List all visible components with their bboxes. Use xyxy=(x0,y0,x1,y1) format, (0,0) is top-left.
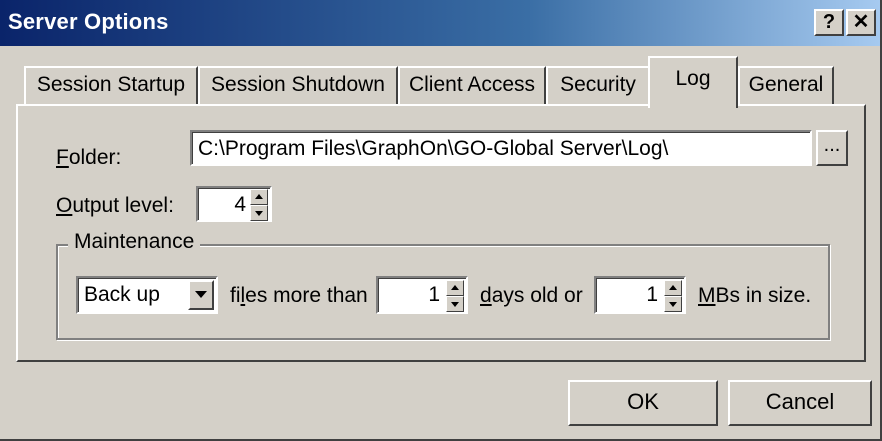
folder-input[interactable]: C:\Program Files\GraphOn\GO-Global Serve… xyxy=(190,130,812,166)
log-tab-panel: Folder: C:\Program Files\GraphOn\GO-Glob… xyxy=(16,104,866,362)
spin-up-icon[interactable] xyxy=(446,280,464,296)
tab-security[interactable]: Security xyxy=(546,66,650,104)
folder-value: C:\Program Files\GraphOn\GO-Global Serve… xyxy=(198,137,669,160)
days-input[interactable]: 1 xyxy=(376,276,468,314)
maintenance-action-select[interactable]: Back up xyxy=(76,276,218,314)
tab-session-startup[interactable]: Session Startup xyxy=(24,66,198,104)
tab-client-access[interactable]: Client Access xyxy=(398,66,546,104)
spin-down-icon[interactable] xyxy=(664,296,682,312)
output-level-label: Output level: xyxy=(56,194,174,217)
tab-strip: Session Startup Session Shutdown Client … xyxy=(0,56,882,108)
mb-input[interactable]: 1 xyxy=(594,276,686,314)
spin-up-icon[interactable] xyxy=(250,189,268,205)
tab-session-shutdown[interactable]: Session Shutdown xyxy=(198,66,398,104)
chevron-down-icon[interactable] xyxy=(188,280,214,310)
ok-button[interactable]: OK xyxy=(568,380,718,426)
mb-value: 1 xyxy=(646,283,658,306)
tab-log[interactable]: Log xyxy=(648,56,738,108)
cancel-button[interactable]: Cancel xyxy=(728,380,872,426)
output-level-input[interactable]: 4 xyxy=(196,186,272,222)
output-level-spinner[interactable] xyxy=(250,189,268,221)
spin-up-icon[interactable] xyxy=(664,280,682,296)
maintenance-action-value: Back up xyxy=(84,283,160,306)
spin-down-icon[interactable] xyxy=(446,296,464,312)
help-button[interactable]: ? xyxy=(814,9,844,36)
window-title: Server Options xyxy=(8,9,169,34)
browse-button[interactable]: ... xyxy=(816,130,848,166)
mbs-in-size-label: MBs in size. xyxy=(698,284,812,307)
folder-label: Folder: xyxy=(56,146,122,169)
server-options-dialog: Server Options ? ✕ Session Startup Sessi… xyxy=(0,0,882,441)
close-button[interactable]: ✕ xyxy=(846,9,876,36)
mb-spinner[interactable] xyxy=(664,280,682,312)
files-more-than-label: files more than xyxy=(230,284,368,307)
days-old-label: days old or xyxy=(480,284,583,307)
tab-general[interactable]: General xyxy=(738,66,834,104)
output-level-value: 4 xyxy=(234,193,246,216)
title-bar[interactable]: Server Options ? ✕ xyxy=(0,0,880,46)
spin-down-icon[interactable] xyxy=(250,205,268,221)
maintenance-label: Maintenance xyxy=(68,230,201,254)
days-spinner[interactable] xyxy=(446,280,464,312)
days-value: 1 xyxy=(428,283,440,306)
